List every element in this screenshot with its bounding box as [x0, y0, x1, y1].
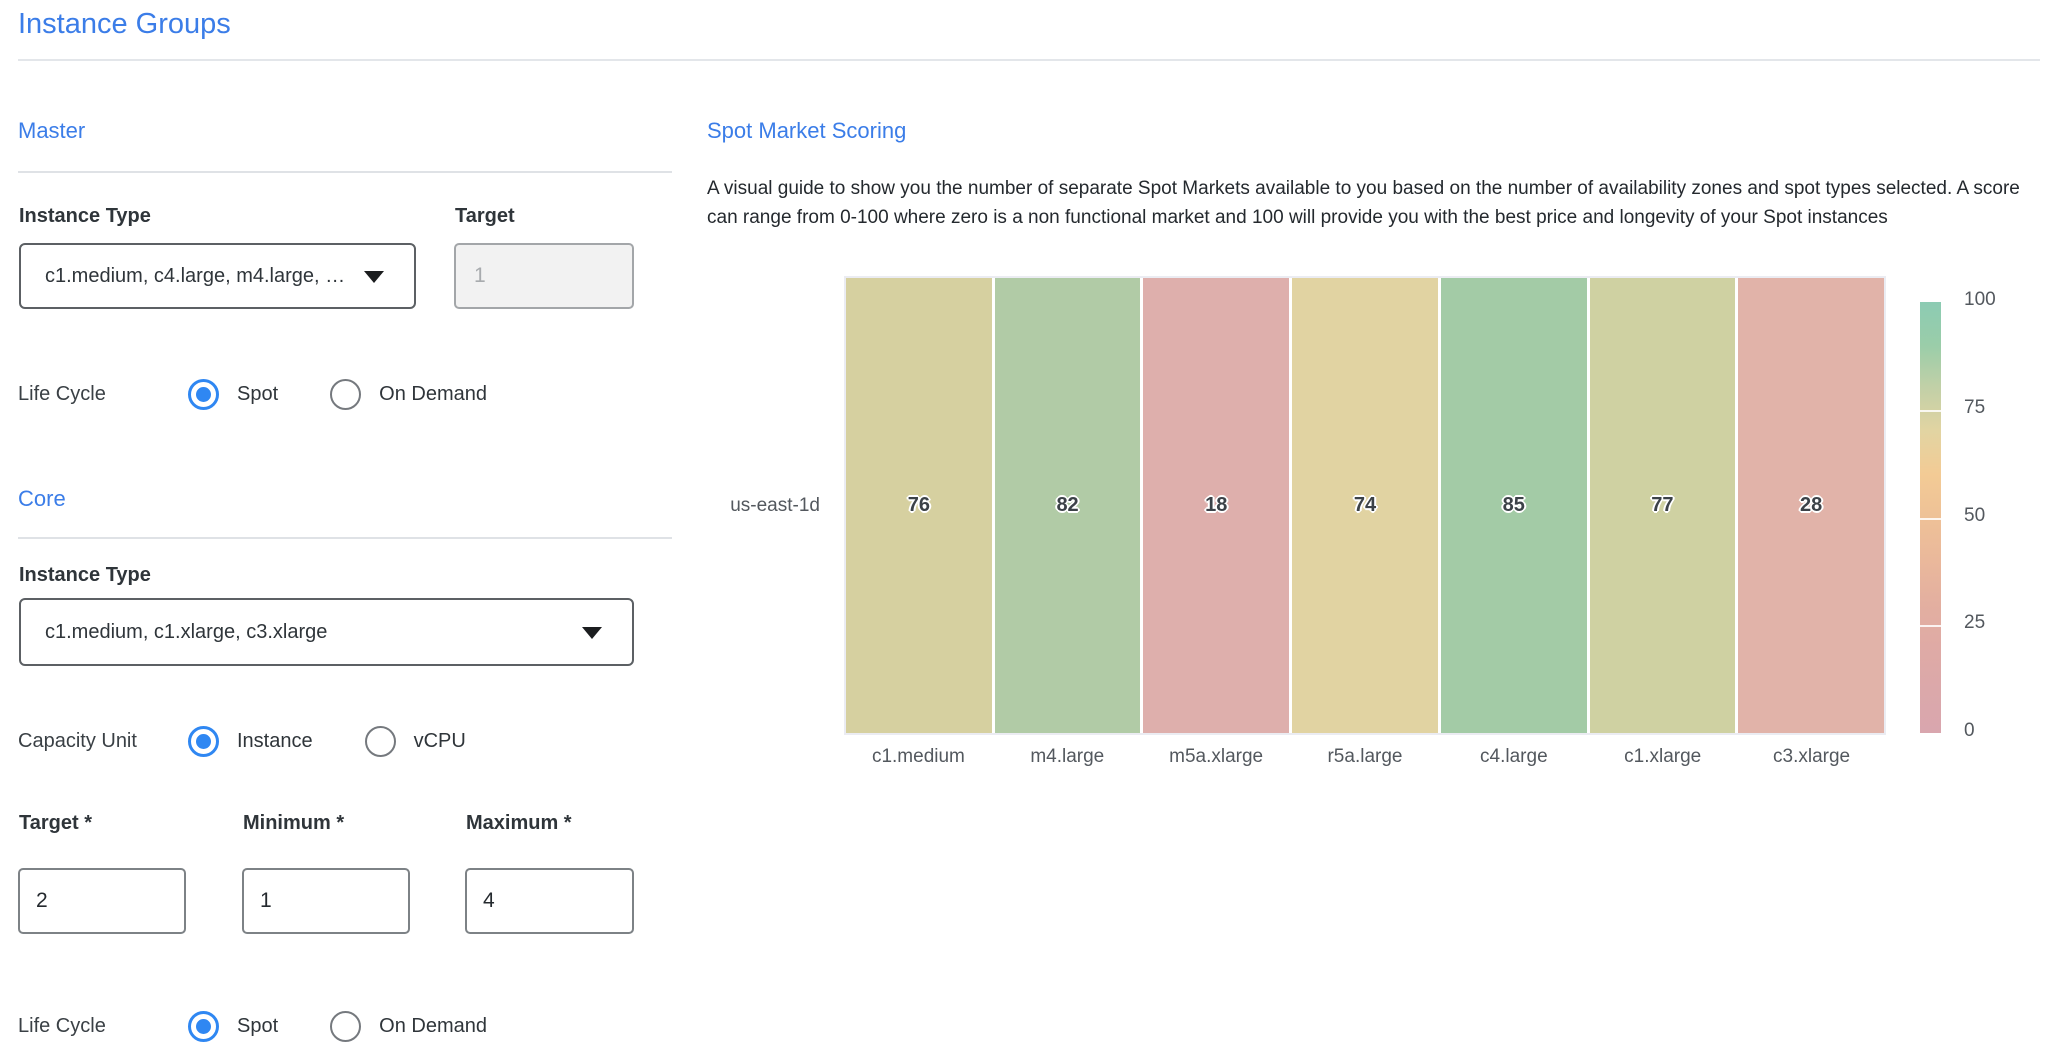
radio-selected-icon[interactable]: [188, 1011, 219, 1042]
core-minimum-label: Minimum *: [243, 812, 344, 835]
master-target-label: Target: [455, 205, 515, 228]
core-maximum-label: Maximum *: [466, 812, 572, 835]
heatmap-cell-m5a.xlarge[interactable]: 18: [1143, 278, 1289, 733]
core-life-cycle-option-on-demand[interactable]: On Demand: [330, 1011, 487, 1042]
chevron-down-icon: [364, 271, 384, 283]
core-capacity-vcpu-label: vCPU: [414, 730, 466, 753]
radio-unselected-icon[interactable]: [330, 379, 361, 410]
colorbar-divider: [1920, 625, 1941, 627]
colorbar-divider: [1920, 518, 1941, 520]
core-instance-type-label: Instance Type: [19, 564, 151, 587]
x-axis-label: m5a.xlarge: [1142, 746, 1291, 768]
master-section-heading: Master: [18, 118, 85, 144]
core-life-cycle-group: Spot On Demand: [188, 1011, 487, 1042]
heatmap-cell-m4.large[interactable]: 82: [995, 278, 1141, 733]
heatmap-cell-value: 85: [1503, 494, 1525, 517]
core-life-cycle-spot-label: Spot: [237, 1015, 278, 1038]
master-instance-type-label: Instance Type: [19, 205, 151, 228]
heatmap-cell-c3.xlarge[interactable]: 28: [1738, 278, 1884, 733]
x-axis-label: c1.medium: [844, 746, 993, 768]
master-life-cycle-group: Spot On Demand: [188, 379, 487, 410]
core-life-cycle-label: Life Cycle: [18, 1015, 188, 1038]
core-instance-type-dropdown[interactable]: c1.medium, c1.xlarge, c3.xlarge: [19, 598, 634, 666]
heatmap-cell-r5a.large[interactable]: 74: [1292, 278, 1438, 733]
core-capacity-unit-row: Capacity Unit Instance vCPU: [18, 724, 672, 758]
core-life-cycle-on-demand-label: On Demand: [379, 1015, 487, 1038]
heatmap-cell-value: 28: [1800, 494, 1822, 517]
radio-unselected-icon[interactable]: [365, 726, 396, 757]
heatmap-cell-value: 18: [1205, 494, 1227, 517]
core-capacity-instance-label: Instance: [237, 730, 313, 753]
spot-market-scoring-heading: Spot Market Scoring: [707, 118, 906, 144]
heatmap-cell-value: 77: [1651, 494, 1673, 517]
radio-unselected-icon[interactable]: [330, 1011, 361, 1042]
core-minimum-input[interactable]: [242, 868, 410, 934]
instance-groups-page: Instance Groups Master Instance Type c1.…: [0, 0, 2058, 1058]
master-life-cycle-spot-label: Spot: [237, 383, 278, 406]
core-maximum-input[interactable]: [465, 868, 634, 934]
core-capacity-unit-label: Capacity Unit: [18, 730, 188, 753]
x-axis-label: c1.xlarge: [1588, 746, 1737, 768]
heatmap-cell-value: 74: [1354, 494, 1376, 517]
master-instance-type-value: c1.medium, c4.large, m4.large, …: [45, 265, 345, 288]
colorbar-tick-label: 50: [1964, 505, 2034, 527]
colorbar-tick-label: 75: [1964, 397, 2034, 419]
master-life-cycle-option-on-demand[interactable]: On Demand: [330, 379, 487, 410]
master-section-divider: [18, 171, 672, 173]
colorbar-tick-label: 0: [1964, 720, 2034, 742]
core-capacity-option-instance[interactable]: Instance: [188, 726, 313, 757]
core-instance-type-value: c1.medium, c1.xlarge, c3.xlarge: [45, 621, 327, 644]
radio-selected-icon[interactable]: [188, 726, 219, 757]
colorbar-tick-label: 100: [1964, 289, 2034, 311]
heatmap-cell-c1.medium[interactable]: 76: [846, 278, 992, 733]
heatmap-cell-c4.large[interactable]: 85: [1441, 278, 1587, 733]
core-life-cycle-option-spot[interactable]: Spot: [188, 1011, 278, 1042]
core-life-cycle-row: Life Cycle Spot On Demand: [18, 1009, 672, 1043]
spot-market-description: A visual guide to show you the number of…: [707, 174, 2047, 232]
colorbar-divider: [1920, 410, 1941, 412]
x-axis-label: m4.large: [993, 746, 1142, 768]
y-axis-label: us-east-1d: [654, 495, 820, 517]
master-life-cycle-label: Life Cycle: [18, 383, 188, 406]
core-target-input[interactable]: [18, 868, 186, 934]
heatmap-cell-value: 82: [1056, 494, 1078, 517]
radio-selected-icon[interactable]: [188, 379, 219, 410]
page-title-divider: [18, 59, 2040, 61]
core-capacity-option-vcpu[interactable]: vCPU: [365, 726, 466, 757]
colorbar: [1920, 302, 1941, 733]
core-section-divider: [18, 537, 672, 539]
heatmap-grid: 76 82 18 74 85 77 28: [844, 276, 1886, 735]
chevron-down-icon: [582, 627, 602, 639]
master-life-cycle-row: Life Cycle Spot On Demand: [18, 377, 672, 411]
heatmap-cell-c1.xlarge[interactable]: 77: [1590, 278, 1736, 733]
x-axis-label: c4.large: [1439, 746, 1588, 768]
master-life-cycle-on-demand-label: On Demand: [379, 383, 487, 406]
colorbar-tick-label: 25: [1964, 612, 2034, 634]
page-title: Instance Groups: [18, 8, 231, 41]
x-axis-label: c3.xlarge: [1737, 746, 1886, 768]
master-instance-type-dropdown[interactable]: c1.medium, c4.large, m4.large, …: [19, 243, 416, 309]
core-target-label: Target *: [19, 812, 92, 835]
core-capacity-unit-group: Instance vCPU: [188, 726, 466, 757]
heatmap-x-labels: c1.mediumm4.largem5a.xlarger5a.largec4.l…: [844, 746, 1886, 768]
x-axis-label: r5a.large: [1291, 746, 1440, 768]
master-life-cycle-option-spot[interactable]: Spot: [188, 379, 278, 410]
heatmap-cell-value: 76: [908, 494, 930, 517]
core-section-heading: Core: [18, 486, 66, 512]
master-target-input[interactable]: [454, 243, 634, 309]
